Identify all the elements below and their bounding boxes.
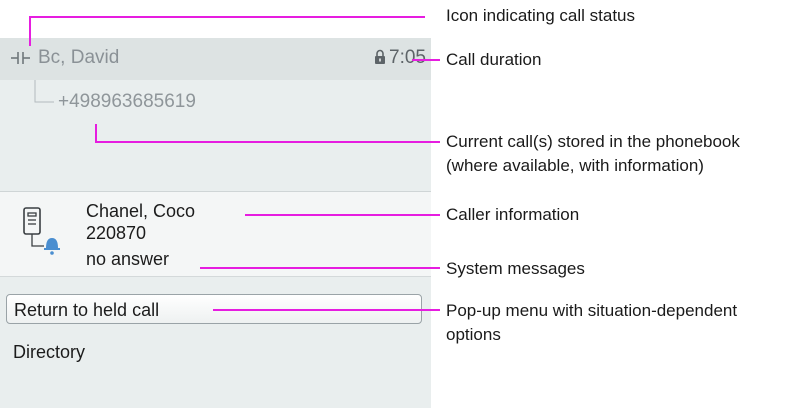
callout-line-phonebook (95, 141, 440, 143)
system-message: no answer (86, 249, 170, 269)
callout-line-call-status (29, 16, 425, 18)
held-call-icon (10, 51, 32, 70)
held-call-header[interactable]: Bc, David 7:05 (0, 38, 431, 80)
lock-icon (374, 49, 386, 70)
callout-line-popup-menu (213, 309, 440, 311)
active-call-panel: Chanel, Coco 220870 no answer (0, 192, 431, 276)
annotation-popup-line1: Pop-up menu with situation-dependent (446, 301, 738, 320)
annotation-call-duration: Call duration (446, 50, 542, 69)
callout-line-call-status-drop (29, 16, 31, 46)
callout-line-call-duration (412, 59, 440, 61)
annotation-phonebook-line2: (where available, with information) (446, 156, 704, 175)
tree-branch-connector (34, 80, 56, 109)
menu-item-label: Return to held call (14, 300, 160, 320)
annotation-call-status: Icon indicating call status (446, 6, 635, 25)
callout-line-caller-info (245, 214, 440, 216)
call-duration: 7:05 (389, 47, 426, 68)
annotation-popup-line2: options (446, 325, 501, 344)
divider (0, 276, 431, 277)
annotation-phonebook-line1: Current call(s) stored in the phonebook (446, 132, 740, 151)
held-caller-name: Bc, David (38, 47, 120, 68)
phone-ringing-icon (20, 206, 64, 263)
caller-name: Chanel, Coco (86, 201, 196, 221)
phone-display: Bc, David 7:05 +498963685619 Chanel, Coc… (0, 38, 431, 408)
callout-line-system-messages (200, 267, 440, 269)
menu-item-directory[interactable]: Directory (13, 341, 85, 363)
menu-item-label: Directory (13, 342, 86, 362)
caller-number: 220870 (86, 223, 147, 243)
held-caller-number: +498963685619 (58, 91, 196, 112)
annotation-caller-info: Caller information (446, 205, 580, 224)
annotation-system-messages: System messages (446, 259, 585, 278)
